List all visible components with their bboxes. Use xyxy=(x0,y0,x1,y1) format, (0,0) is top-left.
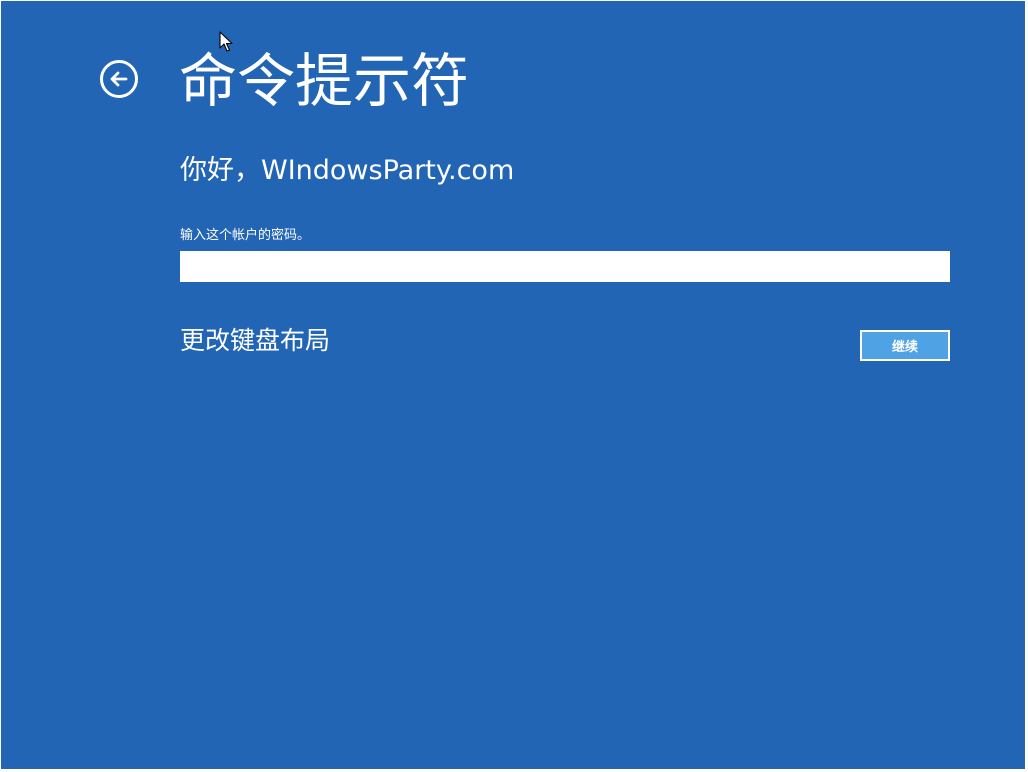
back-arrow-icon xyxy=(110,71,128,87)
page-title: 命令提示符 xyxy=(179,47,470,115)
password-label: 输入这个帐户的密码。 xyxy=(180,228,311,243)
mouse-pointer-icon xyxy=(219,31,233,52)
recovery-screen: 命令提示符 你好，WIndowsParty.com 输入这个帐户的密码。 更改键… xyxy=(1,1,1025,769)
back-button[interactable] xyxy=(100,60,138,98)
account-greeting: 你好，WIndowsParty.com xyxy=(180,155,515,186)
change-keyboard-layout-link[interactable]: 更改键盘布局 xyxy=(180,323,330,359)
continue-button[interactable]: 继续 xyxy=(860,330,950,361)
password-input[interactable] xyxy=(180,251,950,282)
